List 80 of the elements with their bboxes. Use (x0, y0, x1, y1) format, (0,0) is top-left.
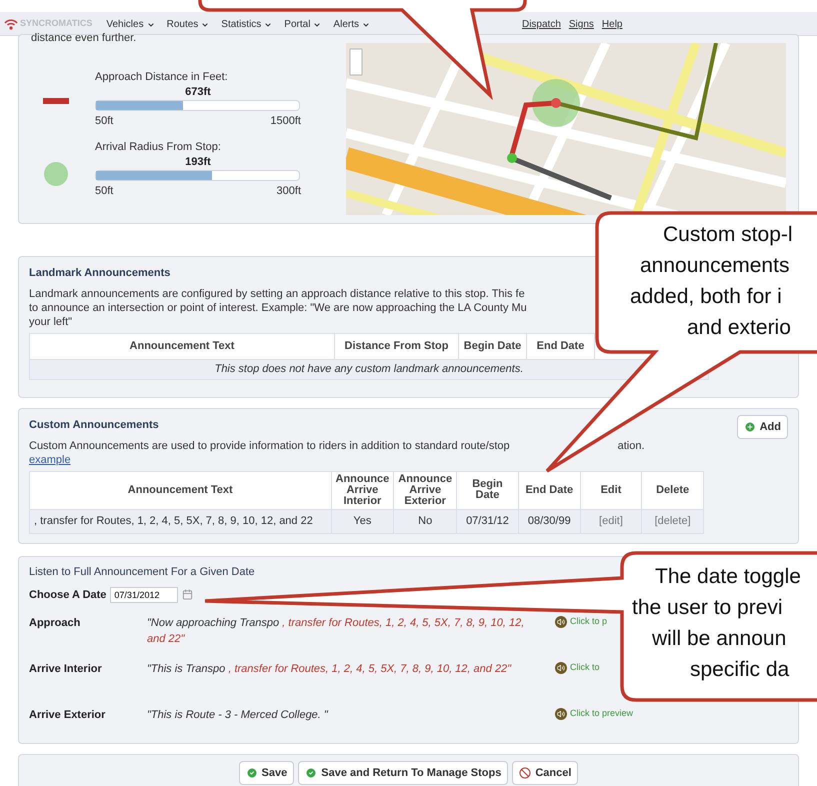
column-header: Announce Arrive Interior (331, 471, 394, 509)
slider-max: 1500ft (270, 114, 301, 129)
column-header: Delete (642, 471, 704, 509)
table-cell: 07/31/12 (456, 509, 518, 533)
action-button[interactable]: Save (238, 761, 294, 785)
row-label: Arrive Interior (29, 662, 103, 677)
callout-text: specific da (690, 657, 790, 683)
column-header: Distance From Stop (334, 333, 458, 359)
check-icon (246, 767, 258, 779)
slider-min: 50ft (95, 114, 114, 129)
nav-menu[interactable]: Statistics (221, 17, 272, 32)
row-label: Arrive Exterior (29, 708, 106, 723)
date-field[interactable]: 07/31/2012 (110, 586, 178, 603)
callout-text: will be announ (652, 626, 786, 652)
table-cell: No (394, 509, 457, 533)
caret-icon (146, 20, 155, 28)
description-line: your left" (29, 314, 72, 328)
nav-link[interactable]: Help (602, 17, 622, 32)
description-text: Custom Announcements are used to provide information to riders in addition to standard route/stop (29, 438, 510, 452)
table-cell: 08/30/99 (518, 509, 580, 533)
calendar-icon[interactable] (182, 589, 194, 600)
nav-menu[interactable]: Vehicles (106, 17, 155, 32)
table-cell: , transfer for Routes, 1, 2, 4, 5, 5X, 7, 8, 9, 10, 12, and 22 (30, 509, 331, 533)
description-line: Landmark announcements are configured by setting an approach distance relative to this stop. This fe (29, 286, 525, 300)
plus-icon (744, 421, 756, 433)
callout-text: the user to previ (632, 595, 783, 621)
speaker-icon (555, 708, 567, 720)
column-header: Edit (580, 471, 642, 509)
edit-link[interactable]: [edit] (599, 514, 623, 526)
slider-min: 50ft (95, 184, 114, 198)
action-button[interactable]: Save and Return To Manage Stops (298, 761, 508, 785)
column-header: End Date (518, 471, 580, 509)
date-label: Choose A Date (29, 588, 106, 602)
slider-track[interactable] (95, 100, 300, 111)
slider-value: 673ft (184, 85, 212, 100)
description-line: to announce an intersection or point of interest. Example: "We are now approaching the LA County Mu (29, 300, 527, 314)
distance-bar-icon (43, 98, 69, 104)
nav-menu[interactable]: Portal (284, 17, 322, 32)
nav-menu[interactable]: Alerts (333, 17, 370, 32)
description-text: ation. (618, 438, 645, 452)
caret-icon (362, 20, 370, 28)
slider-max: 300ft (276, 184, 301, 198)
callout-text: Custom stop-l (663, 222, 793, 248)
callout-text: announcements (640, 253, 790, 279)
callout-text: added, both for i (630, 284, 782, 310)
caret-icon (201, 20, 210, 28)
caret-icon (313, 20, 322, 28)
slider-track[interactable] (95, 170, 300, 180)
column-header: Announcement Text (30, 471, 331, 509)
nav-menu[interactable]: Routes (166, 17, 210, 32)
caret-icon (264, 20, 272, 28)
intro-text: distance even further. (31, 32, 136, 44)
table-cell: Yes (331, 509, 394, 533)
announcement-text: "This is Transpo , transfer for Routes, 1, 2, 4, 5, 5X, 7, 8, 9, 10, 12, and 22" (147, 662, 512, 677)
slider-label: Arrival Radius From Stop: (95, 140, 222, 154)
section-title: Listen to Full Announcement For a Given Date (29, 565, 255, 580)
action-button[interactable]: Cancel (512, 761, 578, 785)
add-button[interactable]: Add (736, 415, 788, 439)
speaker-icon (555, 662, 567, 674)
column-header: Announce Arrive Exterior (394, 471, 457, 509)
row-label: Approach (29, 616, 82, 631)
column-header: End Date (526, 333, 594, 359)
column-header: Announcement Text (30, 333, 334, 359)
section-title: Custom Announcements (29, 418, 159, 433)
callout-text: and exterio (687, 315, 791, 341)
callout-text: The date toggle (655, 564, 801, 590)
check-icon (305, 767, 318, 779)
logo-icon (4, 18, 18, 30)
section-title: Landmark Announcements (29, 266, 170, 281)
announcement-text: "This is Route - 3 - Merced College. " (147, 708, 330, 723)
column-header: Begin Date (458, 333, 526, 359)
nav-link[interactable]: Dispatch (522, 17, 561, 32)
speaker-icon (555, 616, 567, 628)
column-header: Begin Date (456, 471, 518, 509)
slider-value: 193ft (184, 154, 212, 170)
example-link[interactable]: example (29, 452, 71, 466)
announcement-text: "Now approaching Transpo , transfer for Routes, 1, 2, 4, 5, 5X, 7, 8, 9, 10, 12, and 22" (147, 616, 526, 647)
cancel-icon (519, 767, 532, 779)
slider-label: Approach Distance in Feet: (95, 70, 229, 84)
nav-link[interactable]: Signs (568, 17, 594, 32)
